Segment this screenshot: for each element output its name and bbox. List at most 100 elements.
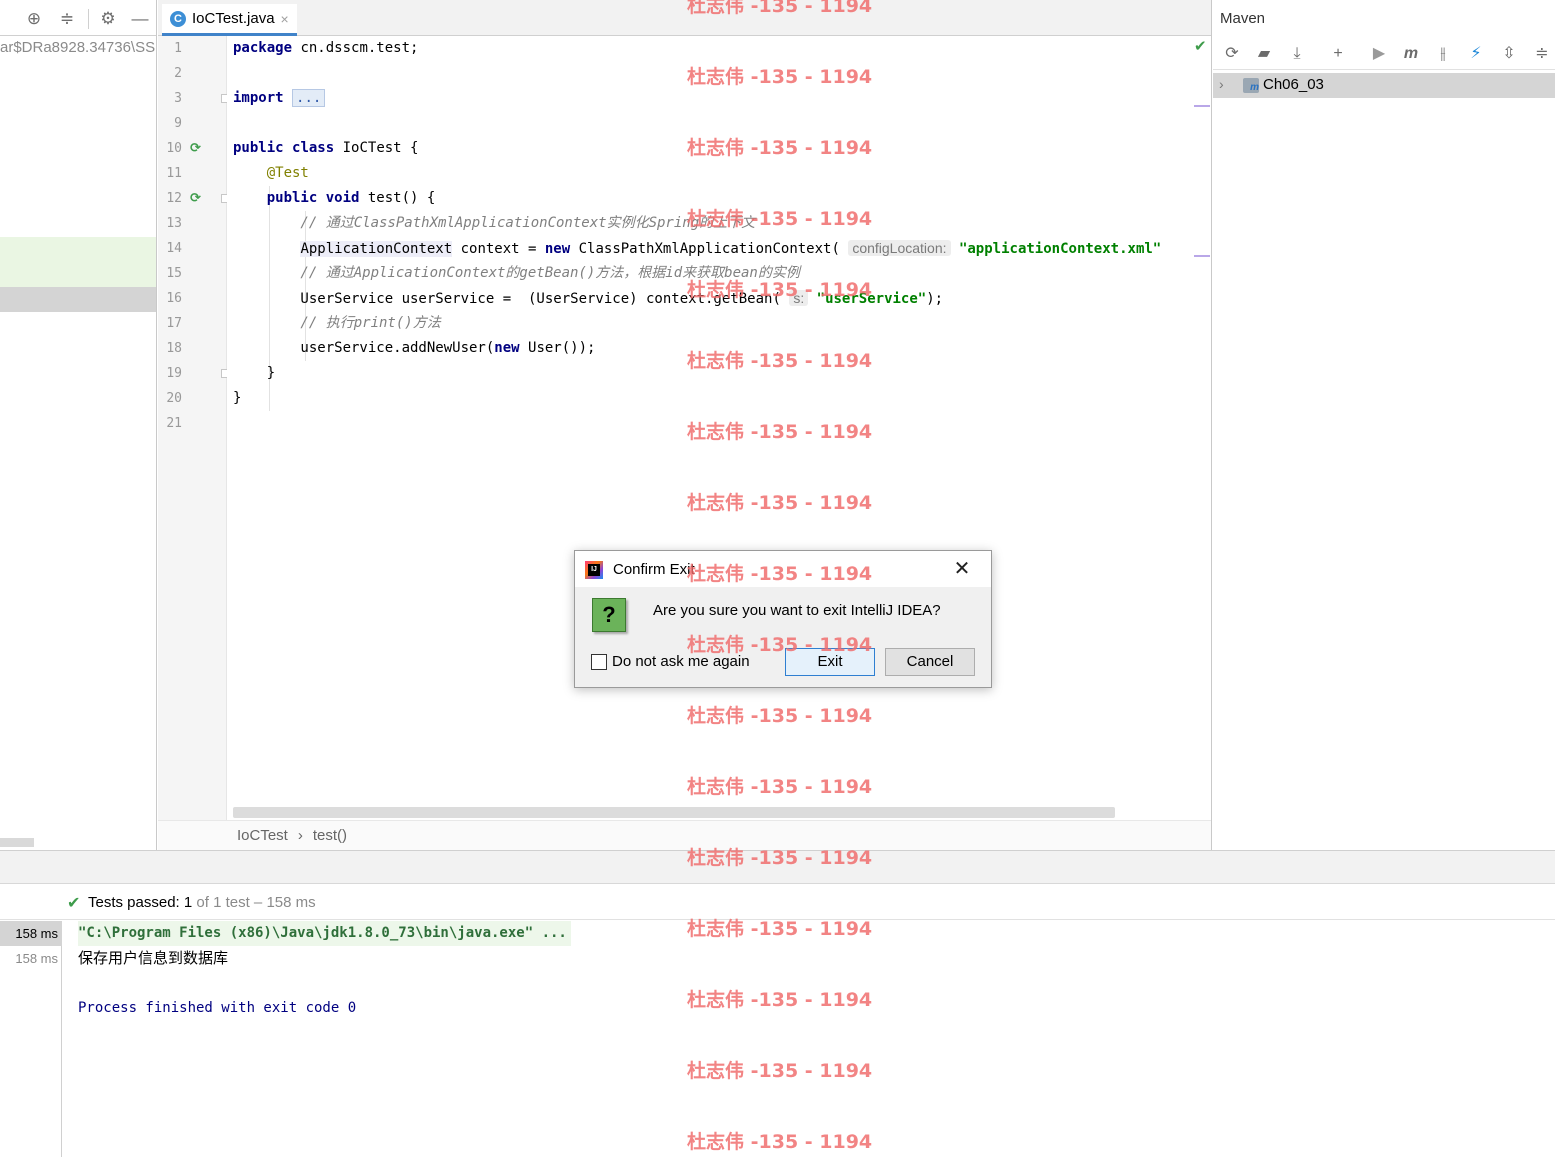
do-not-ask-label[interactable]: Do not ask me again [612,653,750,670]
line-number: 19 [166,366,182,381]
add-maven-project-icon[interactable]: ▰ [1253,44,1275,64]
cancel-button[interactable]: Cancel [885,648,975,676]
line-number: 17 [166,316,182,331]
project-panel: ⊕ ≑ ⚙ — ar$DRa8928.34736\SS [0,0,157,850]
code-line-3[interactable]: import ... [233,86,326,111]
keyword: package [233,40,293,56]
skip-tests-icon[interactable]: ⚡ [1465,44,1487,64]
code-line-15[interactable]: // 通过ApplicationContext的getBean()方法，根据id… [233,261,800,286]
chevron-right-icon[interactable]: › [1219,76,1224,92]
breadcrumb: IoCTest › test() [158,820,1211,850]
run-console[interactable]: "C:\Program Files (x86)\Java\jdk1.8.0_73… [63,921,1555,1157]
code-line-11[interactable]: @Test [233,161,309,186]
code-text: userService.addNewUser( [233,340,495,356]
parameter-hint: s: [789,290,809,306]
dialog-titlebar[interactable]: IJ Confirm Exit ✕ [575,551,991,587]
console-command-line[interactable]: "C:\Program Files (x86)\Java\jdk1.8.0_73… [78,921,571,946]
tab-ioctest-java[interactable]: C IoCTest.java × [162,4,297,36]
dialog-title: Confirm Exit [613,561,695,578]
run-test-class-icon[interactable]: ⟳ [190,141,204,155]
run-icon[interactable]: ▶ [1368,44,1390,64]
breadcrumb-method[interactable]: test() [313,827,347,844]
string-literal: "userService" [816,291,927,307]
confirm-exit-dialog: IJ Confirm Exit ✕ ? Are you sure you wan… [574,550,992,688]
no-problems-check-icon[interactable]: ✔ [1194,37,1207,55]
comment: // 通过ApplicationContext的getBean()方法，根据id… [233,265,800,281]
tab-close-icon[interactable]: × [281,11,289,27]
reload-icon[interactable]: ⟳ [1221,44,1243,64]
error-stripe-mark[interactable] [1194,105,1210,107]
exit-button[interactable]: Exit [785,648,875,676]
code-line-20[interactable]: } [233,386,241,411]
tests-status: Tests passed: 1 of 1 test – 158 ms [88,894,316,911]
code-text: } [233,365,276,381]
test-time[interactable]: 158 ms [0,946,62,971]
editor-horizontal-scrollbar[interactable] [233,807,1115,818]
run-test-method-icon[interactable]: ⟳ [190,191,204,205]
line-number: 14 [166,241,182,256]
project-tree-selected-row[interactable] [0,287,156,312]
code-line-18[interactable]: userService.addNewUser(new User()); [233,336,595,361]
java-class-icon: C [170,10,186,27]
string-literal: "applicationContext.xml" [950,241,1162,257]
project-horizontal-scrollbar[interactable] [0,838,34,847]
collapse-all-icon[interactable]: ≑ [1531,44,1553,64]
code-line-13[interactable]: // 通过ClassPathXmlApplicationContext实例化Sp… [233,211,755,236]
line-number: 12 [166,191,182,206]
project-tree-highlight [0,237,156,287]
tests-summary: of 1 test – 158 ms [192,894,316,911]
parameter-hint: configLocation: [848,240,951,256]
code-area[interactable]: package cn.dsscm.test; import ... public… [227,36,1211,820]
folded-imports[interactable]: ... [292,89,326,107]
breadcrumb-separator: › [297,827,303,844]
do-not-ask-checkbox[interactable] [591,654,607,670]
line-number: 18 [166,341,182,356]
code-line-19[interactable]: } [233,361,275,386]
code-text: ClassPathXmlApplicationContext( [570,241,840,257]
dialog-close-button[interactable]: ✕ [947,556,977,582]
line-number: 15 [166,266,182,281]
error-stripe-mark[interactable] [1194,255,1210,257]
line-number: 2 [174,66,182,81]
maven-goal-icon[interactable]: m [1400,44,1422,64]
test-time-column: 158 ms 158 ms [0,921,62,1157]
line-number: 9 [174,116,182,131]
tests-passed-label: Tests passed: [88,894,180,911]
breadcrumb-class[interactable]: IoCTest [237,827,288,844]
code-line-10[interactable]: public class IoCTest { [233,136,418,161]
code-text: test() { [359,190,436,206]
keyword: class [292,140,335,156]
code-line-17[interactable]: // 执行print()方法 [233,311,440,336]
test-time-selected[interactable]: 158 ms [0,921,62,946]
keyword: void [325,190,360,206]
maven-project-row[interactable]: › m Ch06_03 [1213,73,1555,98]
code-text: ); [926,291,944,307]
code-line-16[interactable]: UserService userService = (UserService) … [233,286,943,311]
plus-icon[interactable]: + [1327,44,1349,64]
line-number: 21 [166,416,182,431]
code-text: UserService userService = (UserService) … [233,291,781,307]
download-icon[interactable]: ⤓ [1286,44,1308,64]
editor-tab-bar: C IoCTest.java × [158,0,1211,36]
keyword: public [233,140,284,156]
line-number: 16 [166,291,182,306]
console-output-line: 保存用户信息到数据库 [78,949,229,967]
type-name: ApplicationContext [300,241,453,257]
locate-icon[interactable]: ⊕ [24,9,44,29]
line-number: 20 [166,391,182,406]
hide-panel-icon[interactable]: — [130,9,150,29]
project-tree-path[interactable]: ar$DRa8928.34736\SS [0,39,155,56]
keyword: import [233,90,284,106]
code-text: context = [452,241,545,257]
show-dependencies-icon[interactable]: ⇳ [1498,44,1520,64]
annotation: @Test [233,165,309,181]
collapse-all-icon[interactable]: ≑ [57,9,77,29]
tool-window-header [0,850,1555,884]
toggle-offline-icon[interactable]: ⫲ [1432,44,1454,64]
code-line-14[interactable]: ApplicationContext context = new ClassPa… [233,236,1161,261]
gear-icon[interactable]: ⚙ [98,9,118,29]
code-line-1[interactable]: package cn.dsscm.test; [233,36,418,61]
code-line-12[interactable]: public void test() { [233,186,436,211]
intellij-logo-icon: IJ [585,561,603,579]
tests-passed-check-icon: ✔ [67,895,81,912]
